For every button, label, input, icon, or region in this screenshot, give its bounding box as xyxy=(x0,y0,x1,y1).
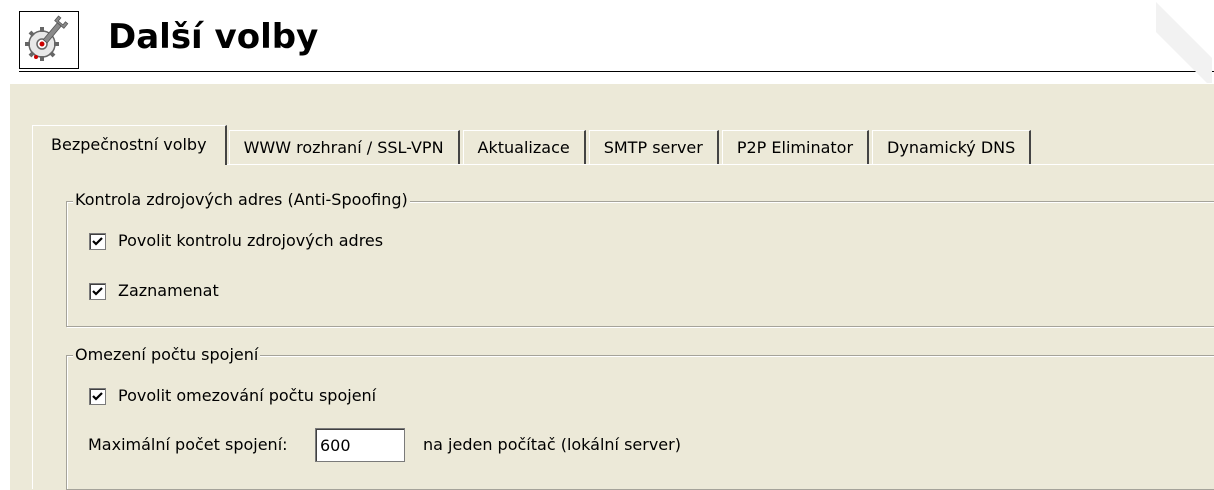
log-label: Zaznamenat xyxy=(118,281,219,300)
tab-panel: Kontrola zdrojových adres (Anti-Spoofing… xyxy=(32,164,1214,490)
tab-security-options[interactable]: Bezpečnostní volby xyxy=(32,125,227,165)
tab-dynamic-dns[interactable]: Dynamický DNS xyxy=(872,130,1032,165)
log-checkbox[interactable] xyxy=(89,282,106,300)
tab-p2p-eliminator[interactable]: P2P Eliminator xyxy=(721,130,870,165)
page-title: Další volby xyxy=(108,17,319,57)
watermark-arrow-icon xyxy=(1156,2,1212,88)
tab-bar: Bezpečnostní volby WWW rozhraní / SSL-VP… xyxy=(32,125,1034,165)
tab-updates[interactable]: Aktualizace xyxy=(462,130,586,165)
max-connections-label: Maximální počet spojení: xyxy=(88,435,288,454)
anti-spoofing-group xyxy=(66,201,1214,327)
enable-anti-spoofing-checkbox[interactable] xyxy=(89,232,106,250)
enable-connection-limit-label: Povolit omezování počtu spojení xyxy=(118,386,377,405)
header-divider xyxy=(19,71,1214,72)
tab-www-ssl-vpn[interactable]: WWW rozhraní / SSL-VPN xyxy=(228,130,460,165)
enable-connection-limit-row[interactable]: Povolit omezování počtu spojení xyxy=(89,386,376,406)
max-connections-input[interactable] xyxy=(315,428,405,462)
tab-smtp-server[interactable]: SMTP server xyxy=(588,130,719,165)
enable-anti-spoofing-label: Povolit kontrolu zdrojových adres xyxy=(118,231,384,250)
checkmark-icon xyxy=(92,286,103,296)
anti-spoofing-group-title: Kontrola zdrojových adres (Anti-Spoofing… xyxy=(73,190,410,210)
checkmark-icon xyxy=(92,391,103,401)
log-anti-spoofing-row[interactable]: Zaznamenat xyxy=(89,281,219,301)
gear-wrench-icon xyxy=(19,11,79,69)
checkmark-icon xyxy=(92,236,103,246)
connection-limit-group xyxy=(66,355,1214,490)
connection-limit-group-title: Omezení počtu spojení xyxy=(73,345,261,365)
enable-connection-limit-checkbox[interactable] xyxy=(89,387,106,405)
max-connections-suffix: na jeden počítač (lokální server) xyxy=(423,435,681,454)
enable-anti-spoofing-row[interactable]: Povolit kontrolu zdrojových adres xyxy=(89,231,383,251)
header: Další volby xyxy=(0,0,1214,88)
